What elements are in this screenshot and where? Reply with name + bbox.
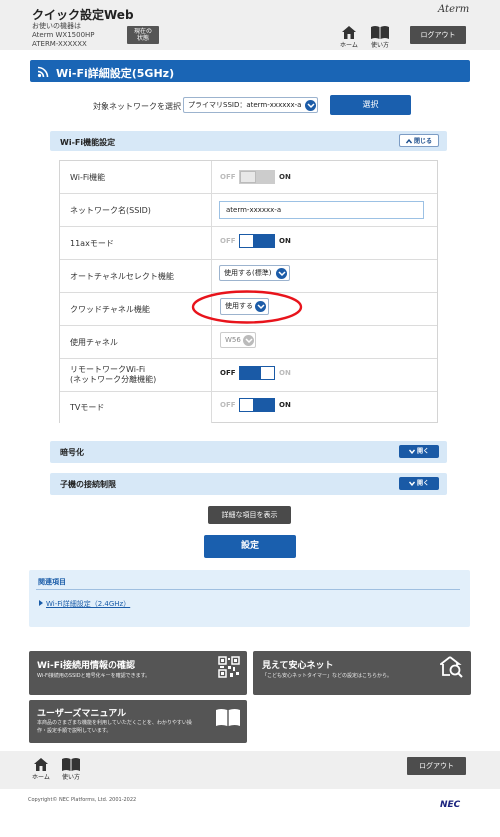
bullet-arrow-icon — [39, 600, 43, 606]
nec-logo: NEC — [440, 800, 461, 810]
remote-work-toggle[interactable] — [239, 366, 275, 380]
chevron-down-icon[interactable] — [276, 267, 287, 279]
logout-button[interactable]: ログアウト — [410, 26, 466, 44]
expand-label: 開く — [416, 448, 429, 455]
related-items-title: 関連項目 — [38, 578, 66, 586]
highlight-ellipse — [191, 290, 303, 324]
footer-home-label[interactable]: ホーム — [32, 772, 50, 781]
network-select-label: 対象ネットワークを選択 — [93, 102, 181, 111]
crowd-channel-label: クワッドチャネル機能 — [70, 305, 150, 314]
howto-label[interactable]: 使い方 — [371, 40, 389, 49]
page: クイック設定Web お使いの機器は Aterm WX1500HP ATERM-X… — [0, 0, 500, 837]
current-status-button[interactable]: 現在の 状態 — [127, 26, 159, 44]
11ax-off-label: OFF — [220, 237, 236, 245]
status-button-label-2: 状態 — [136, 35, 149, 42]
encryption-panel — [50, 441, 447, 463]
collapse-wifi-settings-button[interactable]: 閉じる — [399, 134, 439, 147]
tv-mode-toggle[interactable] — [239, 398, 275, 412]
show-details-button[interactable]: 詳細な項目を表示 — [208, 506, 291, 524]
wifi-24ghz-link[interactable]: Wi-Fi詳細設定（2.4GHz） — [46, 599, 130, 609]
auto-channel-value: 使用する(標準) — [224, 269, 272, 277]
footer-logout-button[interactable]: ログアウト — [407, 757, 466, 775]
book-icon[interactable] — [61, 757, 81, 772]
anshin-net-title[interactable]: 見えて安心ネット — [262, 658, 334, 671]
channel-label: 使用チャネル — [70, 338, 118, 347]
copyright: Copyright© NEC Platforms, Ltd. 2001-2022 — [28, 797, 137, 803]
expand-encryption-button[interactable]: 開く — [399, 445, 439, 458]
channel-value: W56 — [225, 336, 241, 344]
home-label[interactable]: ホーム — [340, 40, 358, 49]
home-search-icon — [440, 656, 463, 678]
tv-off-label: OFF — [220, 401, 236, 409]
remote-work-label-2: (ネットワーク分離機能) — [70, 375, 157, 384]
11ax-on-label: ON — [279, 237, 291, 245]
11ax-mode-label: 11axモード — [70, 239, 114, 248]
wifi-info-desc: Wi-Fi接続用のSSIDと暗号化キーを確認できます。 — [37, 673, 151, 679]
auto-channel-label: オートチャネルセレクト機能 — [70, 272, 174, 281]
encryption-title: 暗号化 — [60, 448, 84, 457]
child-limit-title: 子機の接続制限 — [60, 480, 116, 489]
tv-on-label: ON — [279, 401, 291, 409]
chevron-up-icon — [405, 138, 413, 144]
network-select-value: プライマリSSID：aterm-xxxxxx-a — [188, 101, 302, 109]
anshin-net-desc: 「こども安心ネットタイマー」などの設定はこちらから。 — [262, 673, 393, 679]
aterm-logo: Aterm — [438, 4, 470, 15]
chevron-down-icon — [408, 449, 416, 455]
set-button[interactable]: 設定 — [204, 535, 296, 558]
home-icon[interactable] — [33, 757, 49, 772]
network-select[interactable]: プライマリSSID：aterm-xxxxxx-a — [183, 97, 318, 113]
remote-work-label-1: リモートワークWi-Fi — [70, 365, 146, 374]
status-button-label-1: 現在の — [133, 28, 152, 35]
remote-off-label: OFF — [220, 369, 236, 377]
wifi-function-toggle[interactable] — [239, 170, 275, 184]
device-ssid: ATERM-XXXXXX — [32, 40, 87, 48]
11ax-toggle[interactable] — [239, 234, 275, 248]
wifi-icon — [37, 66, 49, 78]
user-manual-desc-1: 本商品のさまざまな機能を利用していただくことを、わかりやすい操 — [37, 720, 192, 726]
tv-mode-label: TVモード — [70, 403, 105, 412]
wifi-settings-title: Wi-Fi機能設定 — [60, 138, 116, 147]
device-intro: お使いの機器は — [32, 22, 81, 30]
book-icon[interactable] — [370, 25, 390, 40]
wifi-info-title[interactable]: Wi-Fi接続用情報の確認 — [37, 658, 135, 671]
app-title: クイック設定Web — [32, 8, 134, 22]
divider — [36, 589, 460, 590]
chevron-down-icon[interactable] — [305, 99, 316, 111]
collapse-label: 閉じる — [413, 138, 432, 145]
home-icon[interactable] — [341, 25, 357, 40]
wifi-function-label: Wi-Fi機能 — [70, 173, 106, 182]
page-title: Wi-Fi詳細設定(5GHz) — [56, 67, 175, 80]
user-manual-desc-2: 作・設定手順で説明しています。 — [37, 728, 112, 734]
wifi-on-label: ON — [279, 173, 291, 181]
wifi-off-label: OFF — [220, 173, 236, 181]
expand-label: 開く — [416, 480, 429, 487]
ssid-label: ネットワーク名(SSID) — [70, 206, 151, 215]
device-model: Aterm WX1500HP — [32, 31, 95, 39]
book-icon — [216, 709, 240, 726]
footer-howto-label[interactable]: 使い方 — [62, 772, 80, 781]
remote-on-label: ON — [279, 369, 291, 377]
chevron-down-icon — [408, 481, 416, 487]
expand-child-limit-button[interactable]: 開く — [399, 477, 439, 490]
select-network-button[interactable]: 選択 — [330, 95, 411, 115]
user-manual-title[interactable]: ユーザーズマニュアル — [37, 706, 126, 719]
ssid-input[interactable]: aterm-xxxxxx-a — [219, 201, 424, 219]
chevron-down-icon[interactable] — [243, 334, 254, 346]
qr-code-icon — [218, 656, 240, 678]
